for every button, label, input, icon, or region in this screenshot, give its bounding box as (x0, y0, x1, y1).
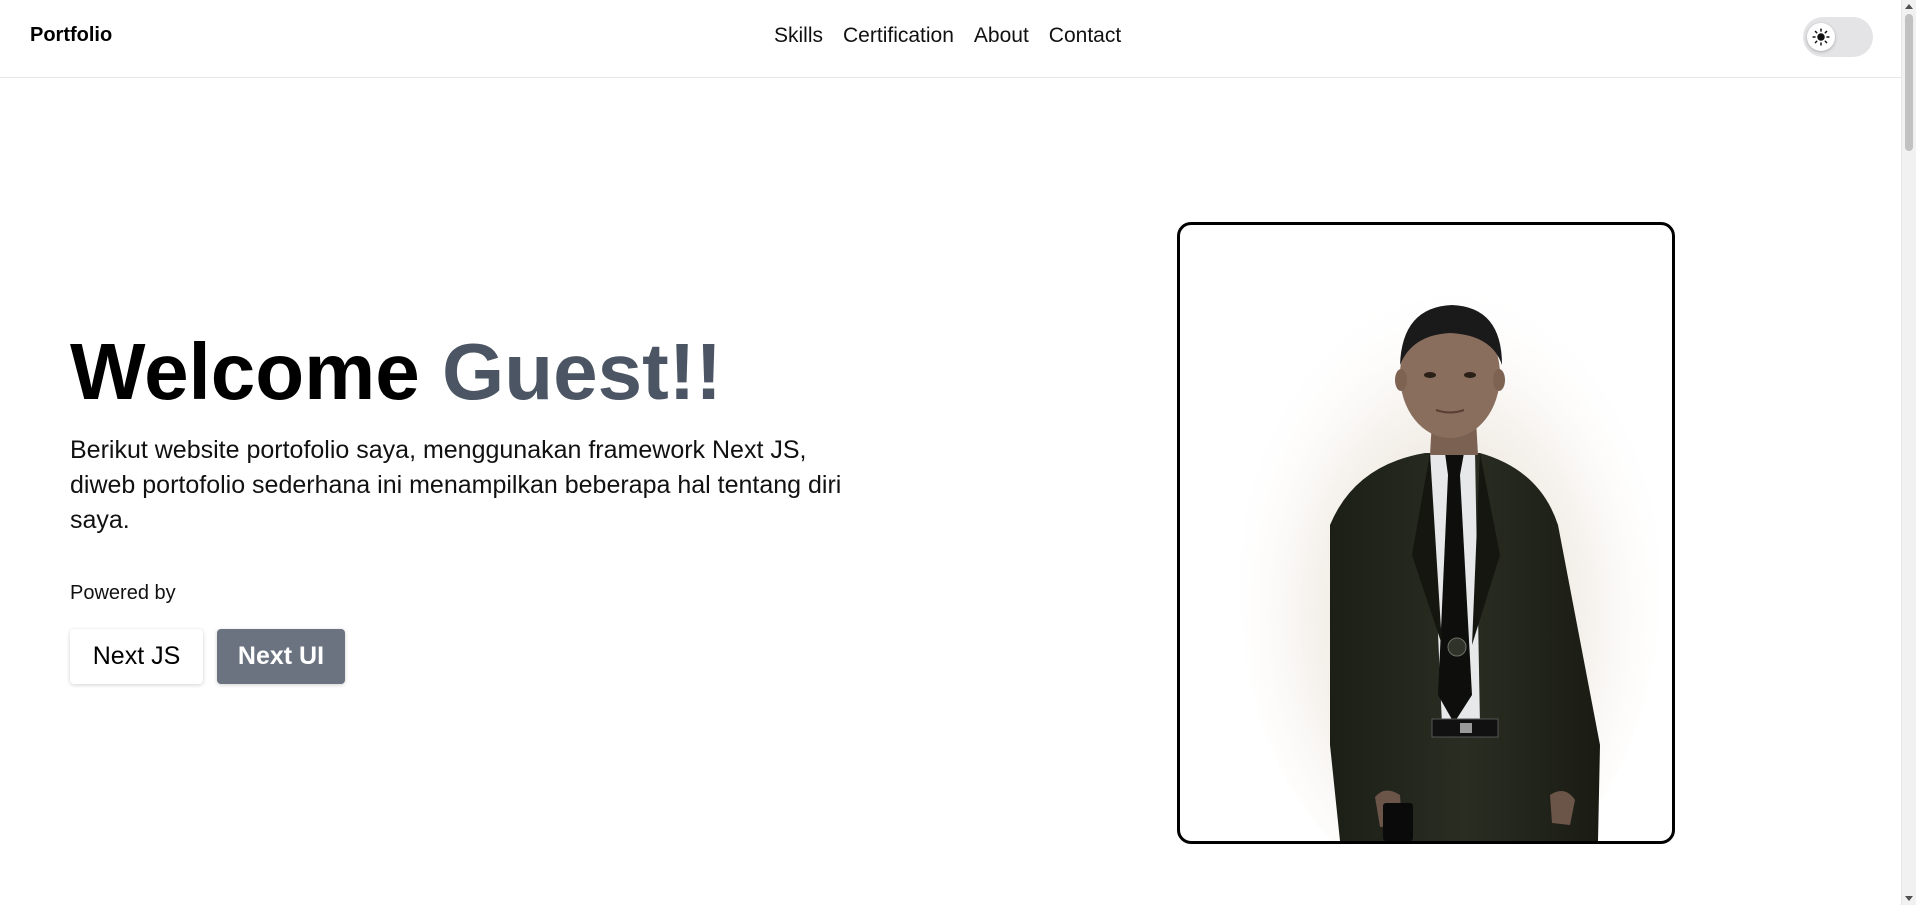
next-ui-button[interactable]: Next UI (217, 629, 345, 684)
nav-item-about[interactable]: About (974, 24, 1029, 48)
nav-links: Skills Certification About Contact (774, 24, 1121, 48)
hero-title: Welcome Guest!! (70, 326, 722, 418)
page-scrollbar[interactable] (1901, 0, 1916, 905)
scroll-up-arrow-icon[interactable] (1905, 4, 1913, 9)
hero-title-main: Welcome (70, 327, 420, 416)
navbar: Portfolio Skills Certification About Con… (0, 0, 1902, 78)
nav-item-certification[interactable]: Certification (843, 24, 954, 48)
sun-icon (1812, 28, 1830, 46)
theme-toggle[interactable] (1803, 17, 1873, 57)
next-js-button[interactable]: Next JS (70, 629, 203, 684)
profile-photo-card (1177, 222, 1675, 844)
hero-title-accent: Guest!! (442, 327, 722, 416)
hero-description: Berikut website portofolio saya, menggun… (70, 436, 842, 534)
powered-by-label: Powered by (70, 582, 176, 604)
page: Portfolio Skills Certification About Con… (0, 0, 1916, 905)
nav-item-contact[interactable]: Contact (1049, 24, 1121, 48)
tech-badges: Next JS Next UI (70, 629, 345, 684)
nav-item-skills[interactable]: Skills (774, 24, 823, 48)
scroll-down-arrow-icon[interactable] (1905, 896, 1913, 901)
profile-photo (1240, 275, 1660, 841)
scroll-thumb[interactable] (1905, 14, 1913, 151)
toggle-knob (1807, 23, 1835, 51)
brand-logo[interactable]: Portfolio (30, 24, 112, 47)
